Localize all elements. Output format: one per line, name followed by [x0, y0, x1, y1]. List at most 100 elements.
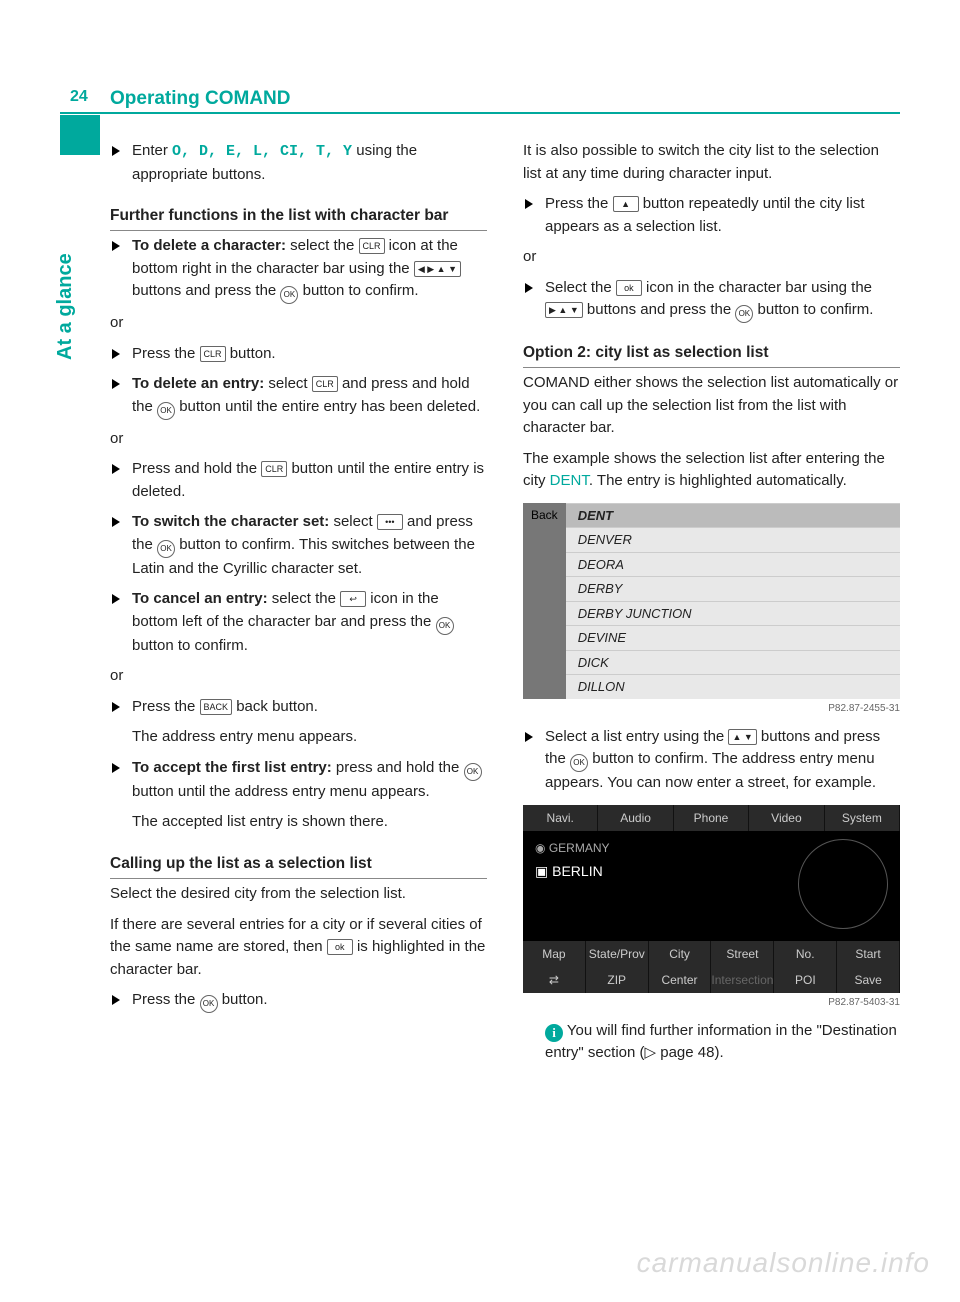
- btn-disabled: Intersection: [711, 967, 774, 993]
- label: To delete a character:: [132, 237, 286, 254]
- arrow-keys-icon: ◀ ▶ ▲ ▼: [414, 261, 461, 277]
- ok-key-icon: OK: [436, 617, 454, 635]
- list-item: DEORA: [566, 552, 900, 577]
- result-text: The address entry menu appears.: [110, 726, 487, 749]
- text: Press and hold the: [132, 460, 261, 477]
- step-press-clr: Press the CLR button.: [110, 343, 487, 366]
- figure-nav-screen: Navi. Audio Phone Video System ◉ GERMANY…: [523, 805, 900, 993]
- btn: Map: [523, 941, 586, 967]
- text: . The entry is highlighted automatically…: [589, 472, 847, 489]
- city-label: ▣ BERLIN: [535, 861, 788, 882]
- or-text: or: [110, 428, 487, 451]
- text: page 48).: [656, 1044, 724, 1061]
- step-enter: Enter O, D, E, L, CI, T, Y using the app…: [110, 140, 487, 186]
- text: button to confirm.: [753, 301, 873, 318]
- ok-key-icon: ok: [327, 939, 353, 955]
- arrow-keys-icon: ▶ ▲ ▼: [545, 302, 583, 318]
- tab: Phone: [674, 805, 749, 831]
- text: select the: [286, 237, 359, 254]
- or-text: or: [110, 665, 487, 688]
- clr-key-icon: CLR: [200, 346, 226, 362]
- fig-botbar2: ⇄ ZIP Center Intersection POI Save: [523, 967, 900, 993]
- back-key-icon: BACK: [200, 699, 233, 715]
- right-column: It is also possible to switch the city l…: [523, 140, 900, 1073]
- list-item: DEVINE: [566, 625, 900, 650]
- text: back button.: [232, 698, 318, 715]
- text: select: [329, 513, 377, 530]
- ok-key-icon: OK: [735, 305, 753, 323]
- heading-option2: Option 2: city list as selection list: [523, 341, 900, 368]
- ok-key-icon: OK: [200, 995, 218, 1013]
- step-delete-char: To delete a character: select the CLR ic…: [110, 235, 487, 304]
- left-column: Enter O, D, E, L, CI, T, Y using the app…: [110, 140, 487, 1073]
- figure-caption: P82.87-5403-31: [523, 995, 900, 1010]
- clr-key-icon: CLR: [359, 238, 385, 254]
- lang-key-icon: •••: [377, 514, 403, 530]
- tab: Audio: [598, 805, 673, 831]
- tab: Navi.: [523, 805, 598, 831]
- step-switch-charset: To switch the character set: select ••• …: [110, 511, 487, 580]
- fig-botbar1: Map State/Prov City Street No. Start: [523, 941, 900, 967]
- arrow-keys-icon: ▲ ▼: [728, 729, 756, 745]
- text: Select a list entry using the: [545, 728, 728, 745]
- btn: State/Prov: [586, 941, 649, 967]
- text: icon in the character bar using the: [642, 279, 872, 296]
- watermark: carmanualsonline.info: [637, 1242, 930, 1284]
- text: select: [264, 375, 312, 392]
- compass-icon: [798, 839, 888, 929]
- tab: System: [825, 805, 900, 831]
- step-cancel-entry: To cancel an entry: select the ↩ icon in…: [110, 588, 487, 657]
- text: Press the: [132, 991, 200, 1008]
- step-press-back: Press the BACK back button.: [110, 696, 487, 719]
- text: button.: [218, 991, 268, 1008]
- text: button to confirm. The address entry men…: [545, 750, 876, 791]
- list-item: DICK: [566, 650, 900, 675]
- btn: ⇄: [523, 967, 586, 993]
- paragraph: It is also possible to switch the city l…: [523, 140, 900, 185]
- ok-key-icon: ok: [616, 280, 642, 296]
- country-label: ◉ GERMANY: [535, 839, 788, 857]
- list-item: DILLON: [566, 674, 900, 699]
- ok-key-icon: OK: [464, 763, 482, 781]
- step-press-ok: Press the OK button.: [110, 989, 487, 1013]
- btn: City: [649, 941, 712, 967]
- label: To delete an entry:: [132, 375, 264, 392]
- result-text: The accepted list entry is shown there.: [110, 811, 487, 834]
- side-label: At a glance: [50, 253, 80, 360]
- ok-key-icon: OK: [280, 286, 298, 304]
- text: button until the entire entry has been d…: [175, 398, 480, 415]
- paragraph: If there are several entries for a city …: [110, 914, 487, 982]
- fig-back-label: Back: [523, 503, 566, 699]
- info-note: i You will find further information in t…: [523, 1020, 900, 1065]
- text: select the: [268, 590, 341, 607]
- btn: Save: [837, 967, 900, 993]
- figure-caption: P82.87-2455-31: [523, 701, 900, 716]
- heading-further-functions: Further functions in the list with chara…: [110, 204, 487, 231]
- text: Press the: [132, 345, 200, 362]
- btn: Street: [711, 941, 774, 967]
- info-icon: i: [545, 1024, 563, 1042]
- title-rule: [60, 112, 900, 114]
- list-item: DENT: [566, 503, 900, 528]
- label: To accept the first list entry:: [132, 759, 332, 776]
- page-ref-icon: ▷: [645, 1044, 657, 1061]
- label: To cancel an entry:: [132, 590, 268, 607]
- paragraph: Select the desired city from the selecti…: [110, 883, 487, 906]
- fig-topbar: Navi. Audio Phone Video System: [523, 805, 900, 831]
- text: button.: [226, 345, 276, 362]
- clr-key-icon: CLR: [312, 376, 338, 392]
- text: Press the: [132, 698, 200, 715]
- heading-calling-list: Calling up the list as a selection list: [110, 852, 487, 879]
- ok-key-icon: OK: [157, 540, 175, 558]
- paragraph: The example shows the selection list aft…: [523, 448, 900, 493]
- list-item: DERBY: [566, 576, 900, 601]
- return-key-icon: ↩: [340, 591, 366, 607]
- text: button until the address entry menu appe…: [132, 783, 430, 800]
- step-press-hold: Press and hold the CLR button until the …: [110, 458, 487, 503]
- clr-key-icon: CLR: [261, 461, 287, 477]
- list-item: DENVER: [566, 527, 900, 552]
- text: buttons and press the: [583, 301, 736, 318]
- ok-key-icon: OK: [570, 754, 588, 772]
- step-press-repeatedly: Press the ▲ button repeatedly until the …: [523, 193, 900, 238]
- text: button to confirm. This switches between…: [132, 536, 475, 577]
